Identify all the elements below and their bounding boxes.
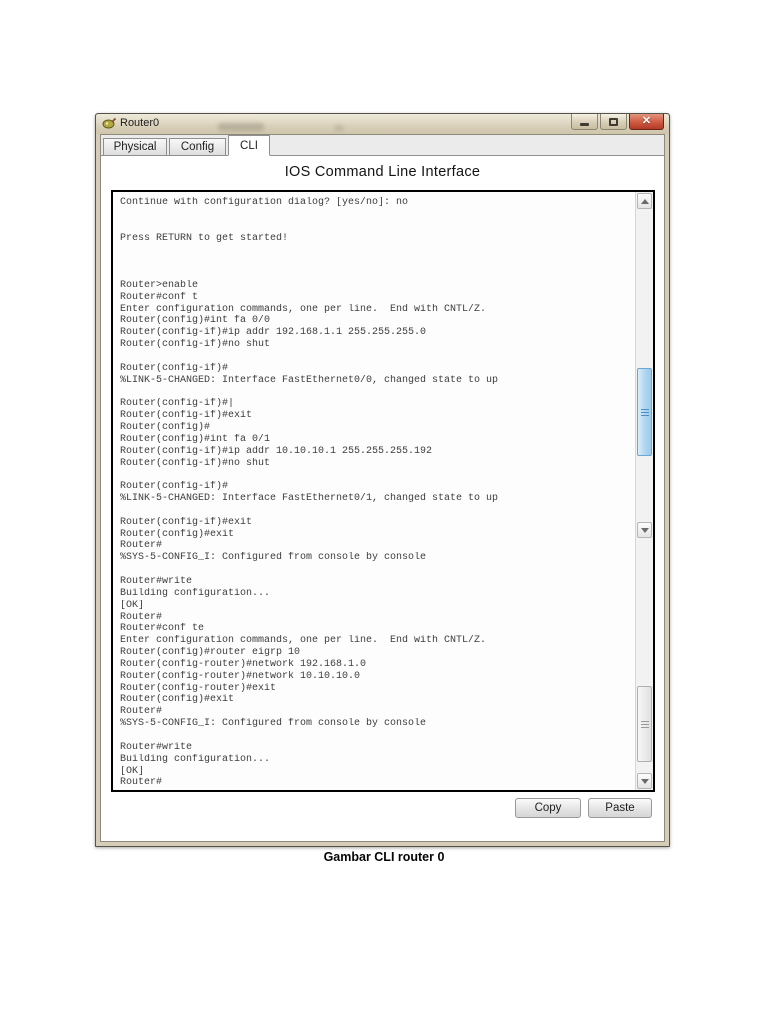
terminal-line: Router# — [120, 777, 163, 789]
terminal-line: %SYS-5-CONFIG_I: Configured from console… — [120, 718, 427, 730]
minimize-button[interactable] — [571, 114, 598, 130]
terminal-output[interactable]: Continue with configuration dialog? [yes… — [113, 192, 635, 790]
paste-button[interactable]: Paste — [588, 798, 652, 818]
scrollbar-thumb-lower[interactable] — [637, 686, 652, 762]
router0-window: Router0 ✕ Physical Config CLI IOS Comman… — [95, 113, 670, 847]
cli-terminal[interactable]: Continue with configuration dialog? [yes… — [111, 190, 655, 792]
terminal-line: Router(config)# — [120, 422, 211, 434]
terminal-line: Router(config-if)#ip addr 192.168.1.1 25… — [120, 327, 427, 339]
terminal-line: Router(config)#router eigrp 10 — [120, 647, 301, 659]
terminal-line: Router(config-router)#network 192.168.1.… — [120, 658, 367, 670]
terminal-line: Router# — [120, 611, 163, 623]
terminal-line: Router# — [120, 540, 163, 552]
close-icon: ✕ — [641, 115, 652, 127]
terminal-line: Router(config-if)#| — [120, 398, 235, 410]
tab-cli[interactable]: CLI — [228, 135, 270, 156]
scroll-up-button[interactable] — [637, 193, 652, 209]
minimize-icon — [580, 122, 589, 126]
terminal-line: Router(config)#int fa 0/1 — [120, 433, 271, 445]
scan-smudge — [334, 125, 344, 131]
terminal-line: Router(config-if)# — [120, 362, 229, 374]
terminal-line: Router>enable — [120, 279, 199, 291]
scan-smudge — [218, 123, 264, 131]
terminal-line: Router#write — [120, 741, 193, 753]
window-title: Router0 — [120, 117, 160, 129]
page: Router0 ✕ Physical Config CLI IOS Comman… — [0, 0, 768, 1024]
arrow-up-icon — [640, 198, 649, 204]
terminal-line: Router(config-if)#ip addr 10.10.10.1 255… — [120, 445, 433, 457]
terminal-scrollbar[interactable] — [635, 192, 653, 790]
scrollbar-thumb-upper[interactable] — [637, 368, 652, 456]
terminal-line: Router#conf te — [120, 623, 205, 635]
app-router-icon — [102, 117, 116, 129]
terminal-line: Enter configuration commands, one per li… — [120, 635, 487, 647]
arrow-down-icon — [640, 527, 649, 533]
maximize-icon — [609, 117, 618, 126]
terminal-line: Router#conf t — [120, 291, 199, 303]
figure-caption: Gambar CLI router 0 — [323, 850, 445, 864]
terminal-line: %LINK-5-CHANGED: Interface FastEthernet0… — [120, 493, 499, 505]
terminal-line: Router(config-if)# — [120, 481, 229, 493]
terminal-line: Router(config-if)#no shut — [120, 457, 271, 469]
maximize-button[interactable] — [600, 114, 627, 130]
terminal-line: Router(config)#exit — [120, 528, 235, 540]
tab-physical[interactable]: Physical — [103, 138, 167, 156]
terminal-line: Continue with configuration dialog? [yes… — [120, 197, 409, 208]
cli-heading: IOS Command Line Interface — [284, 164, 481, 180]
copy-button[interactable]: Copy — [515, 798, 581, 818]
terminal-line: Router(config)#int fa 0/0 — [120, 315, 271, 327]
terminal-line: Building configuration... — [120, 587, 271, 599]
terminal-line: Router(config-if)#exit — [120, 516, 253, 528]
scroll-down-button[interactable] — [637, 773, 652, 789]
terminal-line: Router(config)#exit — [120, 694, 235, 706]
terminal-line: %SYS-5-CONFIG_I: Configured from console… — [120, 552, 427, 564]
terminal-line: Building configuration... — [120, 753, 271, 765]
arrow-down-icon — [640, 778, 649, 784]
window-client-area: Physical Config CLI IOS Command Line Int… — [100, 134, 665, 842]
title-bar[interactable]: Router0 ✕ — [96, 114, 669, 134]
scroll-down-button-mid[interactable] — [637, 522, 652, 538]
tab-config[interactable]: Config — [169, 138, 226, 156]
terminal-line: Press RETURN to get started! — [120, 232, 289, 244]
terminal-line: Router(config-if)#no shut — [120, 339, 271, 351]
terminal-line: %LINK-5-CHANGED: Interface FastEthernet0… — [120, 374, 499, 386]
terminal-line: Enter configuration commands, one per li… — [120, 303, 487, 315]
terminal-line: Router#write — [120, 576, 193, 587]
terminal-line: Router(config-if)#exit — [120, 410, 253, 422]
terminal-line: Router(config-router)#exit — [120, 682, 277, 694]
close-button[interactable]: ✕ — [629, 114, 664, 130]
terminal-line: [OK] — [120, 599, 145, 611]
tab-bar: Physical Config CLI — [101, 135, 664, 156]
terminal-line: Router# — [120, 706, 163, 718]
terminal-line: Router(config-router)#network 10.10.10.0 — [120, 670, 361, 682]
terminal-line: [OK] — [120, 765, 145, 777]
